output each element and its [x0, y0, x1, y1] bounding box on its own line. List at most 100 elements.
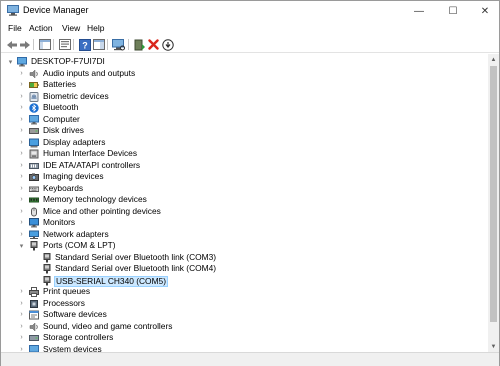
help-icon[interactable]: ?	[78, 38, 91, 51]
collapse-chevron-icon[interactable]: ▾	[18, 241, 25, 250]
scroll-up-icon[interactable]: ▲	[488, 54, 499, 65]
show-hide-console-tree-icon[interactable]	[38, 38, 51, 51]
tree-device[interactable]: Standard Serial over Bluetooth link (COM…	[2, 263, 488, 275]
port-icon	[43, 275, 51, 285]
storage-controller-icon	[29, 335, 39, 341]
menu-help[interactable]: Help	[87, 23, 104, 33]
collapse-chevron-icon[interactable]: ▾	[7, 57, 14, 66]
properties-icon[interactable]	[58, 38, 71, 51]
tree-category[interactable]: › Audio inputs and outputs	[2, 68, 488, 80]
expand-chevron-icon[interactable]: ›	[18, 161, 25, 170]
expand-chevron-icon[interactable]: ›	[18, 172, 25, 181]
tree-category-label: Processors	[43, 297, 85, 308]
tree-category-label: Audio inputs and outputs	[43, 67, 136, 78]
menu-file[interactable]: File	[8, 23, 22, 33]
toolbar: ?	[1, 36, 499, 53]
update-driver-icon[interactable]	[133, 38, 146, 51]
tree-category-label: Human Interface Devices	[43, 148, 138, 159]
vertical-scrollbar[interactable]: ▲ ▼	[488, 54, 499, 352]
tree-category[interactable]: › IDE ATA/ATAPI controllers	[2, 160, 488, 172]
action-pane-icon[interactable]	[92, 38, 105, 51]
scroll-down-icon[interactable]: ▼	[488, 341, 499, 352]
monitor-icon	[29, 218, 39, 228]
tree-category[interactable]: › Imaging devices	[2, 171, 488, 183]
expand-chevron-icon[interactable]: ›	[18, 218, 25, 227]
expand-chevron-icon[interactable]: ›	[18, 184, 25, 193]
tree-category[interactable]: › Sound, video and game controllers	[2, 321, 488, 333]
tree-category-label: Computer	[43, 113, 80, 124]
tree-category[interactable]: › Mice and other pointing devices	[2, 206, 488, 218]
expand-chevron-icon[interactable]: ›	[18, 115, 25, 124]
tree-category[interactable]: › Bluetooth	[2, 102, 488, 114]
tree-category-label: Keyboards	[43, 182, 84, 193]
device-tree[interactable]: ▾ DESKTOP-F7UI7DI › Audio inputs and out…	[2, 54, 488, 352]
tree-category[interactable]: › Processors	[2, 298, 488, 310]
tree-category[interactable]: › Keyboards	[2, 183, 488, 195]
tree-category[interactable]: › Storage controllers	[2, 332, 488, 344]
tree-category[interactable]: › Human Interface Devices	[2, 148, 488, 160]
title-bar[interactable]: Device Manager — ☐ ✕	[1, 1, 499, 21]
network-adapter-icon	[29, 230, 39, 239]
tree-category-label: Ports (COM & LPT)	[43, 240, 116, 251]
ide-controller-icon	[29, 162, 39, 169]
tree-category-label: Memory technology devices	[43, 194, 147, 205]
tree-root[interactable]: ▾ DESKTOP-F7UI7DI	[2, 56, 488, 68]
expand-chevron-icon[interactable]: ›	[18, 149, 25, 158]
expand-chevron-icon[interactable]: ›	[18, 195, 25, 204]
tree-category-label: Disk drives	[43, 125, 84, 136]
tree-category[interactable]: › Disk drives	[2, 125, 488, 137]
expand-chevron-icon[interactable]: ›	[18, 69, 25, 78]
tree-category-label: Imaging devices	[43, 171, 104, 182]
expand-chevron-icon[interactable]: ›	[18, 207, 25, 216]
tree-category[interactable]: › Display adapters	[2, 137, 488, 149]
expand-chevron-icon[interactable]: ›	[18, 138, 25, 147]
toolbar-separator	[53, 39, 54, 50]
tree-category[interactable]: › Biometric devices	[2, 91, 488, 103]
expand-chevron-icon[interactable]: ›	[18, 126, 25, 135]
scrollbar-thumb[interactable]	[490, 66, 497, 322]
tree-device-label: Standard Serial over Bluetooth link (COM…	[55, 263, 217, 274]
close-button[interactable]: ✕	[469, 1, 500, 21]
tree-category[interactable]: › System devices	[2, 343, 488, 352]
keyboard-icon	[29, 186, 39, 192]
scan-hardware-icon[interactable]	[112, 38, 125, 51]
menu-action[interactable]: Action	[29, 23, 53, 33]
minimize-button[interactable]: —	[403, 1, 435, 21]
tree-category[interactable]: › Network adapters	[2, 229, 488, 241]
tree-category-label: Print queues	[43, 286, 91, 297]
menu-bar: File Action View Help	[1, 21, 499, 36]
tree-category[interactable]: › Print queues	[2, 286, 488, 298]
tree-category-label: IDE ATA/ATAPI controllers	[43, 159, 141, 170]
back-arrow-icon[interactable]	[5, 38, 18, 51]
expand-chevron-icon[interactable]: ›	[18, 333, 25, 342]
expand-chevron-icon[interactable]: ›	[18, 322, 25, 331]
tree-category[interactable]: › Computer	[2, 114, 488, 126]
tree-category[interactable]: ▾ Ports (COM & LPT)	[2, 240, 488, 252]
uninstall-icon[interactable]	[147, 38, 160, 51]
expand-chevron-icon[interactable]: ›	[18, 230, 25, 239]
port-icon	[43, 252, 51, 262]
tree-category-label: Display adapters	[43, 136, 106, 147]
expand-chevron-icon[interactable]: ›	[18, 92, 25, 101]
tree-category-label: System devices	[43, 343, 102, 352]
expand-chevron-icon[interactable]: ›	[18, 345, 25, 352]
battery-icon	[29, 82, 39, 88]
expand-chevron-icon[interactable]: ›	[18, 103, 25, 112]
tree-category-label: Bluetooth	[43, 102, 79, 113]
tree-category[interactable]: › Batteries	[2, 79, 488, 91]
tree-category[interactable]: › Monitors	[2, 217, 488, 229]
disable-device-icon[interactable]	[161, 38, 174, 51]
tree-device-selected[interactable]: USB-SERIAL CH340 (COM5)	[2, 275, 488, 287]
expand-chevron-icon[interactable]: ›	[18, 299, 25, 308]
tree-category[interactable]: › Software devices	[2, 309, 488, 321]
forward-arrow-icon[interactable]	[18, 38, 31, 51]
menu-view[interactable]: View	[62, 23, 80, 33]
expand-chevron-icon[interactable]: ›	[18, 80, 25, 89]
tree-category[interactable]: › Memory technology devices	[2, 194, 488, 206]
disk-drive-icon	[29, 128, 39, 134]
expand-chevron-icon[interactable]: ›	[18, 287, 25, 296]
expand-chevron-icon[interactable]: ›	[18, 310, 25, 319]
software-device-icon	[29, 310, 39, 320]
maximize-button[interactable]: ☐	[437, 1, 469, 21]
tree-device[interactable]: Standard Serial over Bluetooth link (COM…	[2, 252, 488, 264]
